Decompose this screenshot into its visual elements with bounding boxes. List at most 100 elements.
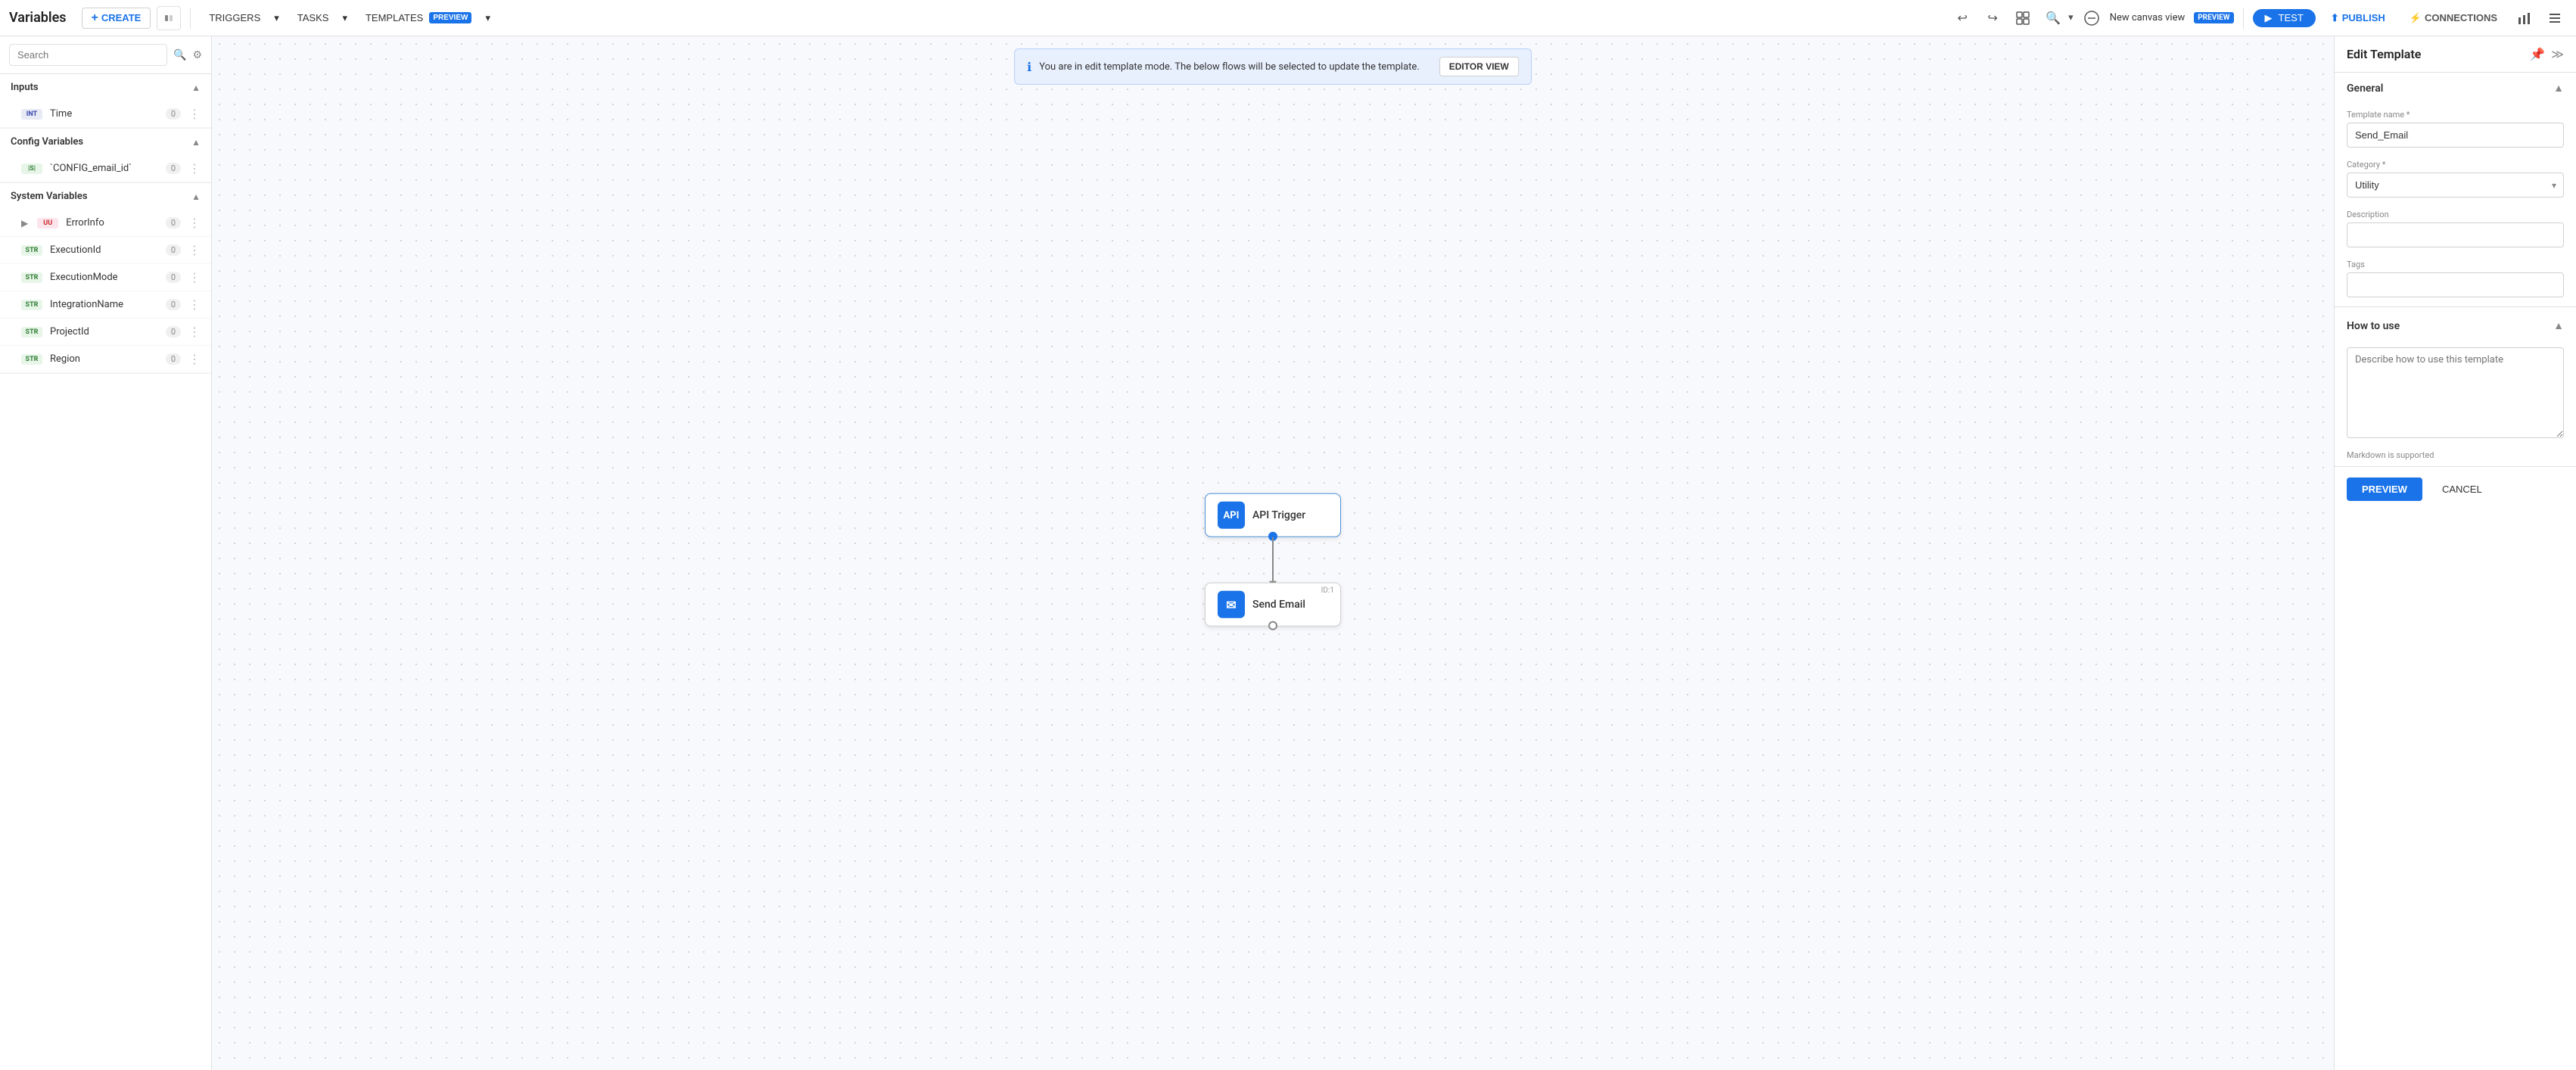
item-menu-button[interactable]: ⋮ <box>188 107 201 121</box>
app-title: Variables <box>9 10 67 26</box>
tasks-dropdown[interactable]: ▾ <box>339 9 350 27</box>
pin-icon[interactable]: 📌 <box>2530 47 2545 61</box>
api-node-icon: API <box>1218 502 1245 529</box>
template-name-label: Template name * <box>2347 110 2564 120</box>
config-title: Config Variables <box>11 136 83 148</box>
list-item[interactable]: |S| `CONFIG_email_id` 0 ⋮ <box>0 155 211 182</box>
email-node-icon: ✉ <box>1218 591 1245 618</box>
preview-button[interactable]: PREVIEW <box>2347 477 2422 501</box>
system-section-header[interactable]: System Variables ▲ <box>0 183 211 210</box>
tasks-group: TASKS ▾ <box>288 9 350 27</box>
expand-arrow[interactable]: ▶ <box>21 218 28 229</box>
node-id: ID:1 <box>1321 586 1334 595</box>
minus-icon <box>2084 11 2099 26</box>
item-menu-button[interactable]: ⋮ <box>188 297 201 312</box>
item-label: ProjectId <box>50 326 158 337</box>
list-item[interactable]: STR ExecutionId 0 ⋮ <box>0 237 211 264</box>
list-item[interactable]: ▶ UU ErrorInfo 0 ⋮ <box>0 210 211 237</box>
canvas[interactable]: ℹ You are in edit template mode. The bel… <box>212 36 2334 1070</box>
item-count: 0 <box>166 299 181 310</box>
canvas-preview-badge: PREVIEW <box>2194 12 2233 23</box>
collapse-button[interactable] <box>157 6 181 30</box>
item-count: 0 <box>166 217 181 229</box>
tags-label: Tags <box>2347 260 2564 269</box>
item-menu-button[interactable]: ⋮ <box>188 161 201 176</box>
how-to-use-textarea[interactable] <box>2347 347 2564 438</box>
layout-button[interactable] <box>2011 6 2035 30</box>
layout-icon <box>2016 11 2030 25</box>
redo-button[interactable]: ↪ <box>1980 6 2005 30</box>
item-menu-button[interactable]: ⋮ <box>188 270 201 285</box>
templates-button[interactable]: TEMPLATES PREVIEW <box>356 9 481 26</box>
item-label: ExecutionMode <box>50 272 158 283</box>
description-input[interactable] <box>2347 222 2564 247</box>
right-panel-icons: 📌 ≫ <box>2530 47 2564 61</box>
list-item[interactable]: STR ProjectId 0 ⋮ <box>0 319 211 346</box>
menu-button[interactable] <box>2543 6 2567 30</box>
filter-icon[interactable]: ⚙ <box>192 49 202 61</box>
templates-dropdown[interactable]: ▾ <box>482 9 493 27</box>
triggers-dropdown[interactable]: ▾ <box>271 9 282 27</box>
info-icon: ℹ <box>1027 60 1031 74</box>
search-input[interactable] <box>9 44 167 66</box>
tags-input[interactable] <box>2347 272 2564 297</box>
triggers-button[interactable]: TRIGGERS <box>200 9 269 26</box>
api-trigger-node[interactable]: API API Trigger <box>1205 493 1341 537</box>
publish-button[interactable]: ⬆ PUBLISH <box>2322 9 2394 27</box>
canvas-banner: ℹ You are in edit template mode. The bel… <box>1014 48 1532 85</box>
inputs-chevron: ▲ <box>191 82 201 93</box>
item-label: Region <box>50 353 158 365</box>
template-name-input[interactable] <box>2347 123 2564 148</box>
item-label: Time <box>50 108 158 120</box>
item-count: 0 <box>166 163 181 174</box>
cancel-button[interactable]: CANCEL <box>2430 477 2494 501</box>
inputs-section: Inputs ▲ INT Time 0 ⋮ <box>0 74 211 129</box>
connections-button[interactable]: ⚡ CONNECTIONS <box>2400 9 2506 27</box>
system-title: System Variables <box>11 191 88 202</box>
nav-separator-2 <box>2243 8 2244 29</box>
item-menu-button[interactable]: ⋮ <box>188 352 201 366</box>
item-menu-button[interactable]: ⋮ <box>188 216 201 230</box>
inputs-section-header[interactable]: Inputs ▲ <box>0 74 211 101</box>
api-trigger-label: API Trigger <box>1252 509 1305 521</box>
editor-view-button[interactable]: EDITOR VIEW <box>1439 57 1519 76</box>
list-item[interactable]: STR IntegrationName 0 ⋮ <box>0 291 211 319</box>
analytics-button[interactable] <box>2512 6 2537 30</box>
item-menu-button[interactable]: ⋮ <box>188 325 201 339</box>
item-count: 0 <box>166 326 181 337</box>
undo-button[interactable]: ↩ <box>1950 6 1974 30</box>
category-select[interactable]: Utility Email Data Custom <box>2347 173 2564 198</box>
analytics-icon <box>2518 11 2531 25</box>
create-button[interactable]: + CREATE <box>82 8 151 29</box>
config-section: Config Variables ▲ |S| `CONFIG_email_id`… <box>0 129 211 183</box>
templates-group: TEMPLATES PREVIEW ▾ <box>356 9 493 27</box>
test-button[interactable]: ▶ TEST <box>2253 9 2316 27</box>
category-group: Category * Utility Email Data Custom ▾ <box>2335 154 2576 204</box>
send-email-node[interactable]: ID:1 ✉ Send Email <box>1205 583 1341 627</box>
collapse-panel-icon[interactable]: ≫ <box>2551 47 2564 61</box>
config-section-header[interactable]: Config Variables ▲ <box>0 129 211 155</box>
general-section-header[interactable]: General ▲ <box>2335 73 2576 104</box>
item-menu-button[interactable]: ⋮ <box>188 243 201 257</box>
zoom-button[interactable]: 🔍 <box>2041 6 2065 30</box>
tasks-button[interactable]: TASKS <box>288 9 338 26</box>
description-label: Description <box>2347 210 2564 219</box>
flow-container: API API Trigger ID:1 ✉ Send Email <box>1205 493 1341 627</box>
search-container: 🔍 ⚙ <box>0 36 211 74</box>
list-item[interactable]: STR Region 0 ⋮ <box>0 346 211 373</box>
how-to-use-section-header[interactable]: How to use ▲ <box>2335 310 2576 341</box>
main-layout: 🔍 ⚙ Inputs ▲ INT Time 0 ⋮ Config Variabl… <box>0 36 2576 1070</box>
list-item[interactable]: STR ExecutionMode 0 ⋮ <box>0 264 211 291</box>
minus-button[interactable] <box>2080 6 2104 30</box>
top-nav: Variables + CREATE TRIGGERS ▾ TASKS ▾ TE… <box>0 0 2576 36</box>
system-section: System Variables ▲ ▶ UU ErrorInfo 0 ⋮ ST… <box>0 183 211 374</box>
how-to-use-chevron: ▲ <box>2553 319 2564 332</box>
type-badge-int: INT <box>21 109 42 120</box>
how-to-use-group <box>2335 341 2576 447</box>
panel-divider <box>2335 306 2576 307</box>
category-label: Category * <box>2347 160 2564 170</box>
list-item[interactable]: INT Time 0 ⋮ <box>0 101 211 128</box>
triggers-group: TRIGGERS ▾ <box>200 9 282 27</box>
type-badge-s: |S| <box>21 163 42 174</box>
node-output-connector <box>1268 621 1277 630</box>
